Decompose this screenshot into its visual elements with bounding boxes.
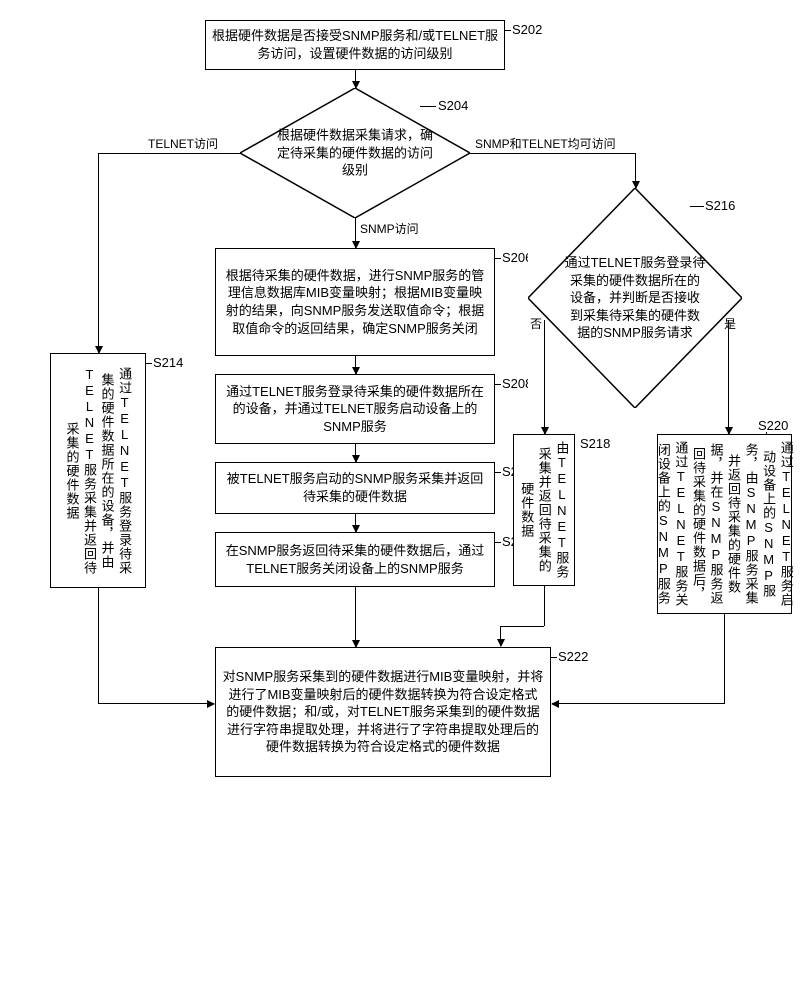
connector bbox=[355, 587, 356, 647]
flowchart-canvas: 根据硬件数据是否接受SNMP服务和/或TELNET服务访问，设置硬件数据的访问级… bbox=[20, 20, 792, 980]
node-s206: 根据待采集的硬件数据，进行SNMP服务的管理信息数据库MIB变量映射；根据MIB… bbox=[215, 248, 495, 356]
connector bbox=[500, 626, 501, 646]
node-text: 根据待采集的硬件数据，进行SNMP服务的管理信息数据库MIB变量映射；根据MIB… bbox=[222, 267, 488, 337]
node-text: 在SNMP服务返回待采集的硬件数据后，通过TELNET服务关闭设备上的SNMP服… bbox=[222, 542, 488, 577]
tag-s202: S202 bbox=[512, 22, 542, 37]
connector bbox=[98, 703, 214, 704]
connector bbox=[495, 384, 501, 385]
node-s218: 由TELNET服务采集并返回待采集的硬件数据 bbox=[513, 434, 575, 586]
edge-label-yes: 是 bbox=[724, 315, 736, 332]
node-s212: 在SNMP服务返回待采集的硬件数据后，通过TELNET服务关闭设备上的SNMP服… bbox=[215, 532, 495, 587]
connector bbox=[551, 657, 557, 658]
node-s208: 通过TELNET服务登录待采集的硬件数据所在的设备，并通过TELNET服务启动设… bbox=[215, 374, 495, 444]
node-text: 对SNMP服务采集到的硬件数据进行MIB变量映射，并将进行了MIB变量映射后的硬… bbox=[222, 668, 544, 756]
node-text: 通过TELNET服务启动设备上的SNMP服务，由SNMP服务采集并返回待采集的硬… bbox=[654, 441, 794, 607]
connector bbox=[98, 588, 99, 703]
connector bbox=[355, 444, 356, 462]
connector bbox=[420, 106, 436, 107]
connector bbox=[544, 320, 545, 426]
connector bbox=[470, 153, 635, 154]
node-text: 通过TELNET服务登录待采集的硬件数据所在的设备，并判断是否接收到采集待采集的… bbox=[564, 254, 705, 342]
node-text: 根据硬件数据是否接受SNMP服务和/或TELNET服务访问，设置硬件数据的访问级… bbox=[212, 27, 498, 62]
node-s216: 通过TELNET服务登录待采集的硬件数据所在的设备，并判断是否接收到采集待采集的… bbox=[528, 188, 742, 408]
node-s204: 根据硬件数据采集请求，确定待采集的硬件数据的访问级别 bbox=[240, 88, 470, 218]
connector bbox=[146, 363, 152, 364]
connector bbox=[724, 614, 725, 704]
tag-s220: S220 bbox=[758, 418, 788, 433]
connector bbox=[635, 153, 636, 188]
connector bbox=[495, 542, 501, 543]
connector bbox=[500, 626, 544, 627]
edge-label-both: SNMP和TELNET均可访问 bbox=[475, 135, 616, 152]
connector bbox=[98, 153, 99, 353]
connector bbox=[355, 514, 356, 532]
node-text: 由TELNET服务采集并返回待采集的硬件数据 bbox=[518, 441, 571, 579]
connector bbox=[728, 420, 729, 434]
tag-s218: S218 bbox=[580, 436, 610, 451]
node-s202: 根据硬件数据是否接受SNMP服务和/或TELNET服务访问，设置硬件数据的访问级… bbox=[205, 20, 505, 70]
connector bbox=[355, 70, 356, 88]
node-text: 通过TELNET服务登录待采集的硬件数据所在的设备，并由TELNET服务采集并返… bbox=[63, 360, 133, 581]
tag-s214: S214 bbox=[153, 355, 183, 370]
connector bbox=[544, 426, 545, 434]
edge-label-snmp: SNMP访问 bbox=[360, 220, 419, 237]
connector bbox=[355, 218, 356, 248]
connector bbox=[690, 206, 704, 207]
connector bbox=[728, 320, 729, 420]
tag-s204: S204 bbox=[438, 98, 468, 113]
node-text: 被TELNET服务启动的SNMP服务采集并返回待采集的硬件数据 bbox=[222, 470, 488, 505]
connector bbox=[544, 586, 545, 626]
node-text: 通过TELNET服务登录待采集的硬件数据所在的设备，并通过TELNET服务启动设… bbox=[222, 383, 488, 436]
node-text: 根据硬件数据采集请求，确定待采集的硬件数据的访问级别 bbox=[275, 127, 436, 180]
tag-s216: S216 bbox=[705, 198, 735, 213]
node-s214: 通过TELNET服务登录待采集的硬件数据所在的设备，并由TELNET服务采集并返… bbox=[50, 353, 146, 588]
node-s210: 被TELNET服务启动的SNMP服务采集并返回待采集的硬件数据 bbox=[215, 462, 495, 514]
edge-label-telnet: TELNET访问 bbox=[148, 135, 218, 152]
connector bbox=[495, 258, 501, 259]
tag-s222: S222 bbox=[558, 649, 588, 664]
connector bbox=[552, 703, 724, 704]
node-s220: 通过TELNET服务启动设备上的SNMP服务，由SNMP服务采集并返回待采集的硬… bbox=[657, 434, 792, 614]
connector bbox=[355, 356, 356, 374]
node-s222: 对SNMP服务采集到的硬件数据进行MIB变量映射，并将进行了MIB变量映射后的硬… bbox=[215, 647, 551, 777]
connector bbox=[766, 432, 767, 434]
edge-label-no: 否 bbox=[530, 315, 542, 332]
connector bbox=[505, 30, 511, 31]
connector bbox=[495, 472, 501, 473]
connector bbox=[98, 153, 240, 154]
